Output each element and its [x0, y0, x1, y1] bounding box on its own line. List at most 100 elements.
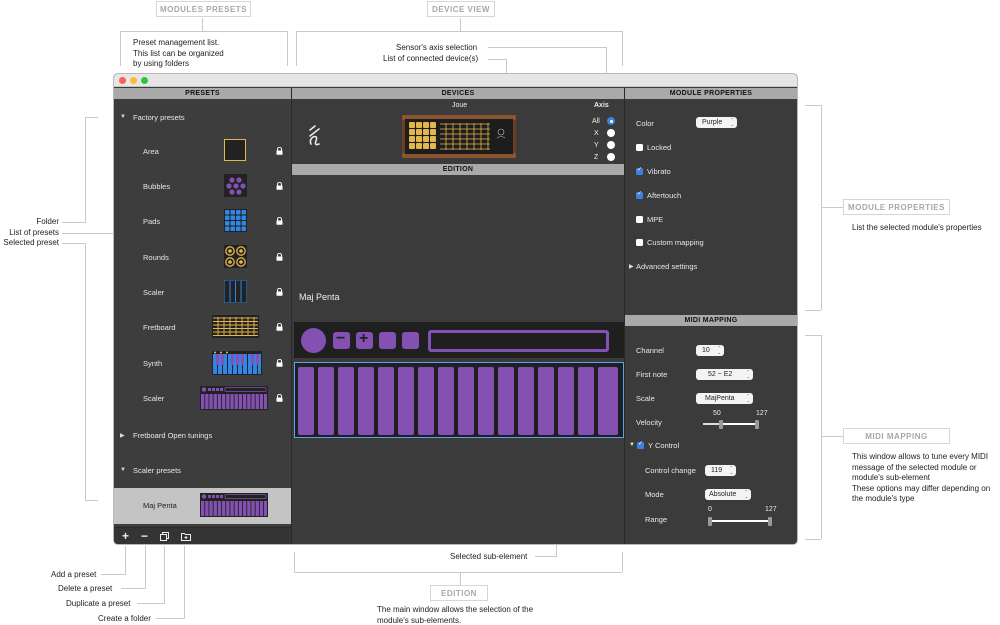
midi-mapping-tag: MIDI MAPPING — [843, 428, 950, 444]
duplicate-icon[interactable] — [160, 532, 169, 541]
bubbles-thumbnail — [224, 174, 247, 197]
control-change-select[interactable]: 119 — [705, 465, 736, 476]
preset-item-rounds[interactable]: Rounds — [114, 240, 291, 275]
midi-mapping-header: MIDI MAPPING — [625, 315, 797, 326]
axis-note: Sensor's axis selection — [396, 43, 478, 52]
module-pad-button-2[interactable] — [402, 332, 419, 349]
fretboard-thumbnail — [212, 315, 259, 338]
joue-device-image[interactable] — [402, 115, 516, 158]
module-slider-area[interactable] — [428, 330, 609, 352]
preset-item-scaler-2[interactable]: Scaler — [114, 381, 291, 416]
scale-key[interactable] — [518, 367, 534, 435]
folder-scaler-presets[interactable]: ▼ Scaler presets — [114, 460, 291, 480]
folder-fretboard-open-tunings[interactable]: ▶ Fretboard Open tunings — [114, 425, 291, 445]
add-preset-button[interactable]: + — [122, 529, 129, 543]
duplicate-preset-note: Duplicate a preset — [66, 599, 131, 608]
devices-panel: DEVICES Joue Axis All X Y Z — [292, 88, 624, 163]
range-min-value: 0 — [708, 506, 712, 513]
lock-icon — [276, 147, 283, 155]
velocity-min-value: 50 — [713, 410, 721, 417]
axis-radio-y[interactable] — [607, 141, 615, 149]
locked-checkbox[interactable] — [636, 144, 643, 151]
range-label: Range — [645, 515, 668, 524]
scale-select[interactable]: MajPenta — [696, 393, 753, 404]
presets-toolbar: + − — [114, 527, 291, 544]
delete-preset-button[interactable]: − — [141, 529, 148, 543]
module-plus-button[interactable]: + — [356, 330, 373, 349]
close-button[interactable] — [119, 77, 126, 84]
module-circle-button[interactable] — [301, 328, 326, 353]
mpe-checkbox[interactable] — [636, 216, 643, 223]
range-max-value: 127 — [765, 506, 777, 513]
folder-expanded-icon: ▼ — [120, 467, 126, 473]
new-folder-icon[interactable] — [181, 532, 191, 541]
disclosure-down-icon: ▼ — [629, 442, 635, 448]
app-window: PRESETS ▼ Factory presets Area Bubbles P… — [114, 74, 797, 544]
selected-preset-note: Selected preset — [3, 238, 59, 247]
scale-key[interactable] — [438, 367, 454, 435]
scale-key[interactable] — [318, 367, 334, 435]
scale-key[interactable] — [558, 367, 574, 435]
vibrato-checkbox[interactable] — [636, 166, 643, 175]
module-minus-button[interactable]: − — [333, 330, 350, 349]
scale-key[interactable] — [398, 367, 414, 435]
preset-item-fretboard[interactable]: Fretboard — [114, 310, 291, 345]
device-name: Joue — [452, 102, 468, 109]
preset-item-maj-penta-selected[interactable]: Maj Penta — [114, 488, 291, 524]
scale-key[interactable] — [578, 367, 594, 435]
folder-factory-presets[interactable]: ▼ Factory presets — [114, 107, 291, 127]
zoom-button[interactable] — [141, 77, 148, 84]
module-name: Maj Penta — [299, 292, 340, 302]
channel-select[interactable]: 10 — [696, 345, 724, 356]
scale-key[interactable] — [458, 367, 474, 435]
rounds-thumbnail — [224, 245, 247, 268]
velocity-min-handle[interactable] — [719, 420, 723, 429]
module-properties-tag: MODULE PROPERTIES — [843, 199, 950, 215]
scale-key[interactable] — [418, 367, 434, 435]
module-properties-header: MODULE PROPERTIES — [625, 88, 797, 99]
axis-label-x: X — [594, 130, 599, 137]
module-keys-selected[interactable] — [294, 362, 624, 438]
range-min-handle[interactable] — [708, 517, 712, 526]
axis-radio-z[interactable] — [607, 153, 615, 161]
create-folder-note: Create a folder — [98, 614, 151, 623]
custom-mapping-checkbox[interactable] — [636, 239, 643, 246]
first-note-select[interactable]: 52 ~ E2 — [696, 369, 753, 380]
area-thumbnail — [224, 139, 246, 161]
velocity-slider-range — [721, 423, 758, 425]
scale-key[interactable] — [298, 367, 314, 435]
preset-item-synth[interactable]: Synth — [114, 346, 291, 381]
scale-key[interactable] — [538, 367, 554, 435]
scale-key[interactable] — [478, 367, 494, 435]
velocity-label: Velocity — [636, 418, 662, 427]
y-control-checkbox[interactable] — [637, 440, 644, 449]
color-select[interactable]: Purple — [696, 117, 737, 128]
scale-key[interactable] — [498, 367, 514, 435]
preset-item-area[interactable]: Area — [114, 134, 291, 169]
range-max-handle[interactable] — [768, 517, 772, 526]
aftertouch-checkbox[interactable] — [636, 190, 643, 199]
preset-item-bubbles[interactable]: Bubbles — [114, 169, 291, 204]
preset-note: Preset management list. This list can be… — [133, 38, 224, 68]
module-top-bar[interactable]: − + — [294, 322, 624, 358]
axis-radio-all[interactable] — [607, 117, 615, 125]
preset-item-pads[interactable]: Pads — [114, 204, 291, 239]
scale-key[interactable] — [598, 367, 618, 435]
y-control-toggle[interactable]: ▼ Y Control — [629, 440, 729, 451]
axis-radio-x[interactable] — [607, 129, 615, 137]
mode-select[interactable]: Absolute — [705, 489, 751, 500]
preset-item-scaler[interactable]: Scaler — [114, 275, 291, 310]
advanced-settings-toggle[interactable]: ▶ Advanced settings — [629, 262, 729, 272]
velocity-max-handle[interactable] — [755, 420, 759, 429]
minimize-button[interactable] — [130, 77, 137, 84]
axis-label-z: Z — [594, 154, 599, 161]
velocity-max-value: 127 — [756, 410, 768, 417]
module-pad-button-1[interactable] — [379, 332, 396, 349]
presets-panel: PRESETS ▼ Factory presets Area Bubbles P… — [114, 88, 291, 544]
lock-icon — [276, 182, 283, 190]
scale-key[interactable] — [378, 367, 394, 435]
scale-key[interactable] — [338, 367, 354, 435]
edition-header: EDITION — [292, 164, 624, 175]
scale-key[interactable] — [358, 367, 374, 435]
title-bar — [114, 74, 797, 87]
